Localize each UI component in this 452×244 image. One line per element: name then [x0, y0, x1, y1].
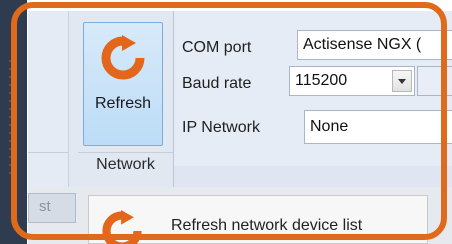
baud-rate-dropdown-button[interactable] [392, 70, 412, 92]
network-group-label: Network [78, 152, 173, 177]
ribbon-left-group-footer [28, 152, 68, 177]
refresh-icon [102, 210, 142, 244]
fields-panel-footer [174, 166, 452, 187]
ip-network-label: IP Network [182, 119, 260, 136]
bottom-tab-label: st [39, 198, 51, 215]
refresh-button[interactable]: Refresh [83, 22, 163, 146]
tooltip-text: Refresh network device list [171, 217, 363, 234]
com-port-label: COM port [182, 39, 252, 56]
bottom-tab[interactable]: st [28, 193, 76, 223]
ip-network-dropdown[interactable]: None [304, 110, 452, 144]
refresh-icon [101, 35, 145, 80]
chevron-down-icon [398, 79, 406, 84]
refresh-tooltip: Refresh network device list [88, 195, 428, 244]
baud-rate-value: 115200 [295, 72, 348, 89]
baud-rate-filler [417, 66, 452, 96]
window-edge [0, 0, 27, 244]
baud-rate-label: Baud rate [182, 75, 252, 92]
edge-texture [9, 60, 17, 180]
refresh-button-label: Refresh [94, 95, 152, 112]
app-window: Refresh Network COM port Actisense NGX (… [0, 0, 452, 244]
com-port-dropdown[interactable]: Actisense NGX ( [297, 30, 452, 60]
